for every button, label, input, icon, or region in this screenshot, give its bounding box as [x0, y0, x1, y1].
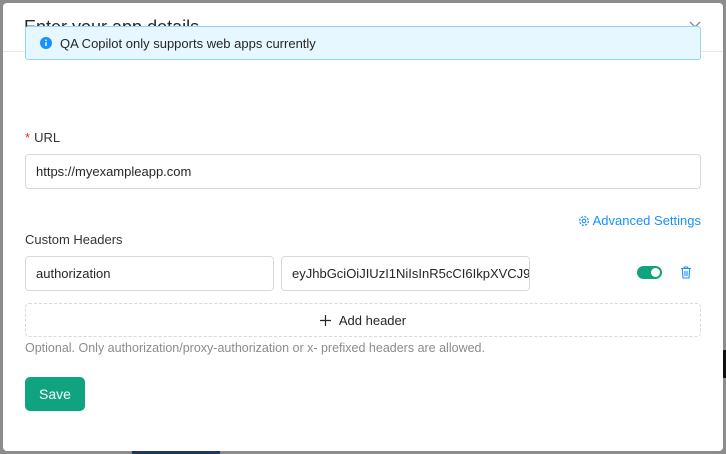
app-details-modal: Enter your app details QA Copilot only s…: [3, 3, 723, 451]
required-mark: *: [25, 130, 31, 145]
add-header-button[interactable]: Add header: [25, 303, 701, 337]
plus-icon: [319, 314, 331, 326]
delete-header-button[interactable]: [680, 266, 692, 279]
headers-hint: Optional. Only authorization/proxy-autho…: [25, 341, 485, 355]
add-header-label: Add header: [338, 312, 407, 328]
header-name-input[interactable]: authorization: [25, 256, 274, 291]
url-label-text: URL: [34, 130, 61, 145]
url-input-value: https://myexampleapp.com: [36, 164, 192, 179]
save-button[interactable]: Save: [25, 377, 85, 411]
custom-headers-label: Custom Headers: [25, 232, 123, 247]
header-name-value: authorization: [36, 266, 111, 281]
header-value-input[interactable]: eyJhbGciOiJIUzI1NiIsInR5cCI6IkpXVCJ9: [281, 256, 530, 291]
url-input[interactable]: https://myexampleapp.com: [25, 154, 701, 189]
info-icon: [40, 37, 52, 49]
advanced-settings-label: Advanced Settings: [592, 213, 701, 228]
trash-icon: [681, 266, 691, 279]
header-enabled-toggle[interactable]: [637, 266, 662, 279]
alert-text: QA Copilot only supports web apps curren…: [60, 35, 316, 51]
toggle-knob: [651, 268, 660, 277]
header-value-value: eyJhbGciOiJIUzI1NiIsInR5cCI6IkpXVCJ9: [292, 266, 530, 281]
info-alert: QA Copilot only supports web apps curren…: [25, 26, 701, 60]
gear-icon: [578, 215, 590, 227]
url-label: * URL: [25, 130, 60, 145]
advanced-settings-link[interactable]: Advanced Settings: [578, 213, 701, 228]
